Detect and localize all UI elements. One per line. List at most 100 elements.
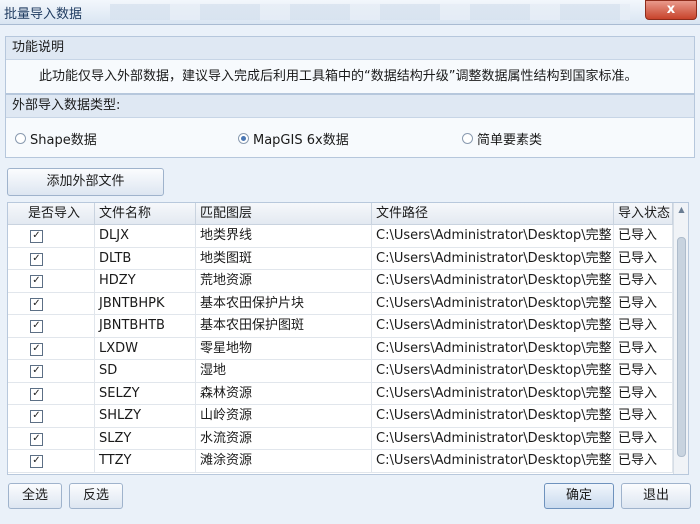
import-type-header: 外部导入数据类型: <box>6 95 694 118</box>
table-row[interactable]: ✓ HDZY 荒地资源 C:\Users\Administrator\Desktop\… <box>8 270 673 293</box>
table-row[interactable]: ✓ JBNTBHTB 基本农田保护图斑 C:\Users\Administrator\… <box>8 315 673 338</box>
ok-button[interactable]: 确定 <box>544 483 614 509</box>
cell-path: C:\Users\Administrator\Desktop\完整... <box>372 427 614 450</box>
cell-layer: 地类界线 <box>196 225 372 248</box>
column-header-filename[interactable]: 文件名称 <box>95 203 196 225</box>
import-checkbox[interactable]: ✓ <box>30 365 43 378</box>
radio-mapgis-label: MapGIS 6x数据 <box>253 133 349 148</box>
import-checkbox-cell: ✓ <box>8 337 95 360</box>
cell-status: 已导入 <box>614 360 673 383</box>
cell-path: C:\Users\Administrator\Desktop\完整... <box>372 405 614 428</box>
table-row[interactable]: ✓ TTZY 滩涂资源 C:\Users\Administrator\Desktop\… <box>8 450 673 473</box>
import-checkbox-cell: ✓ <box>8 270 95 293</box>
title-bar: 批量导入数据 x <box>0 0 700 24</box>
table-row[interactable]: ✓ SLZY 水流资源 C:\Users\Administrator\Desktop\… <box>8 427 673 450</box>
close-button[interactable]: x <box>645 0 697 20</box>
cell-path: C:\Users\Administrator\Desktop\完整... <box>372 360 614 383</box>
exit-button[interactable]: 退出 <box>621 483 691 509</box>
column-header-import[interactable]: 是否导入 <box>8 203 95 225</box>
import-checkbox[interactable]: ✓ <box>30 342 43 356</box>
cell-layer: 地类图斑 <box>196 247 372 270</box>
radio-simple-feature-label: 简单要素类 <box>477 133 543 148</box>
cell-status: 已导入 <box>614 247 673 270</box>
cell-name: TTZY <box>95 450 196 473</box>
table-row[interactable]: ✓ DLTB 地类图斑 C:\Users\Administrator\Desktop\… <box>8 247 673 270</box>
file-table: 是否导入 文件名称 匹配图层 文件路径 导入状态 ✓ DLJX 地类界线 C:\Use… <box>7 202 689 475</box>
cell-path: C:\Users\Administrator\Desktop\完整... <box>372 450 614 473</box>
cell-name: DLJX <box>95 225 196 248</box>
import-checkbox[interactable]: ✓ <box>30 275 43 288</box>
import-checkbox[interactable]: ✓ <box>30 230 43 243</box>
invert-selection-button[interactable]: 反选 <box>69 483 123 509</box>
radio-simple-feature[interactable]: 简单要素类 <box>462 129 542 148</box>
scroll-up-icon[interactable]: ▲ <box>677 205 686 214</box>
cell-name: SLZY <box>95 427 196 450</box>
import-checkbox-cell: ✓ <box>8 315 95 338</box>
radio-shape-indicator[interactable] <box>15 133 26 144</box>
description-header: 功能说明 <box>6 37 694 60</box>
import-checkbox[interactable]: ✓ <box>30 410 43 423</box>
table-row[interactable]: ✓ LXDW 零星地物 C:\Users\Administrator\Desktop\… <box>8 337 673 360</box>
table-row[interactable]: ✓ JBNTBHPK 基本农田保护片块 C:\Users\Administrator\… <box>8 292 673 315</box>
cell-status: 已导入 <box>614 337 673 360</box>
cell-layer: 水流资源 <box>196 427 372 450</box>
cell-layer: 森林资源 <box>196 382 372 405</box>
cell-path: C:\Users\Administrator\Desktop\完整... <box>372 382 614 405</box>
radio-mapgis-indicator[interactable] <box>238 133 249 144</box>
cell-path: C:\Users\Administrator\Desktop\完整... <box>372 292 614 315</box>
radio-shape[interactable]: Shape数据 <box>15 129 97 148</box>
table-row[interactable]: ✓ SELZY 森林资源 C:\Users\Administrator\Desktop… <box>8 382 673 405</box>
cell-layer: 湿地 <box>196 360 372 383</box>
column-header-status[interactable]: 导入状态 <box>614 203 673 225</box>
cell-status: 已导入 <box>614 427 673 450</box>
cell-path: C:\Users\Administrator\Desktop\完整... <box>372 247 614 270</box>
dialog-body: 功能说明 此功能仅导入外部数据，建议导入完成后利用工具箱中的“数据结构升级”调整… <box>0 24 700 524</box>
import-checkbox-cell: ✓ <box>8 247 95 270</box>
description-text: 此功能仅导入外部数据，建议导入完成后利用工具箱中的“数据结构升级”调整数据属性结… <box>39 69 638 84</box>
import-checkbox-cell: ✓ <box>8 405 95 428</box>
table-row[interactable]: ✓ DLJX 地类界线 C:\Users\Administrator\Desktop\… <box>8 225 673 248</box>
import-checkbox[interactable]: ✓ <box>30 455 43 468</box>
cell-status: 已导入 <box>614 450 673 473</box>
import-checkbox-cell: ✓ <box>8 450 95 473</box>
import-type-group: 外部导入数据类型: <box>5 94 695 158</box>
table-row[interactable]: ✓ SHLZY 山岭资源 C:\Users\Administrator\Desktop… <box>8 405 673 428</box>
import-checkbox[interactable]: ✓ <box>30 387 43 401</box>
cell-status: 已导入 <box>614 382 673 405</box>
cell-status: 已导入 <box>614 270 673 293</box>
cell-layer: 基本农田保护图斑 <box>196 315 372 338</box>
import-checkbox[interactable]: ✓ <box>30 432 43 446</box>
cell-name: HDZY <box>95 270 196 293</box>
cell-name: SD <box>95 360 196 383</box>
cell-path: C:\Users\Administrator\Desktop\完整... <box>372 315 614 338</box>
scrollbar-thumb[interactable] <box>677 237 686 457</box>
radio-mapgis[interactable]: MapGIS 6x数据 <box>238 129 349 148</box>
import-checkbox[interactable]: ✓ <box>30 320 43 333</box>
cell-path: C:\Users\Administrator\Desktop\完整... <box>372 337 614 360</box>
cell-name: JBNTBHPK <box>95 292 196 315</box>
radio-shape-label: Shape数据 <box>30 133 97 148</box>
add-external-file-button[interactable]: 添加外部文件 <box>7 168 164 196</box>
import-checkbox[interactable]: ✓ <box>30 252 43 266</box>
import-checkbox[interactable]: ✓ <box>30 297 43 311</box>
import-checkbox-cell: ✓ <box>8 225 95 248</box>
cell-layer: 滩涂资源 <box>196 450 372 473</box>
window-title: 批量导入数据 <box>4 7 83 22</box>
description-group: 功能说明 此功能仅导入外部数据，建议导入完成后利用工具箱中的“数据结构升级”调整… <box>5 36 695 94</box>
select-all-button[interactable]: 全选 <box>8 483 62 509</box>
cell-layer: 山岭资源 <box>196 405 372 428</box>
table-row[interactable]: ✓ SD 湿地 C:\Users\Administrator\Desktop\完整..… <box>8 360 673 383</box>
cell-name: SELZY <box>95 382 196 405</box>
import-checkbox-cell: ✓ <box>8 382 95 405</box>
column-header-path[interactable]: 文件路径 <box>372 203 614 225</box>
cell-name: DLTB <box>95 247 196 270</box>
import-checkbox-cell: ✓ <box>8 292 95 315</box>
column-header-layer[interactable]: 匹配图层 <box>196 203 372 225</box>
import-checkbox-cell: ✓ <box>8 427 95 450</box>
cell-name: LXDW <box>95 337 196 360</box>
cell-path: C:\Users\Administrator\Desktop\完整... <box>372 225 614 248</box>
cell-status: 已导入 <box>614 405 673 428</box>
radio-simple-feature-indicator[interactable] <box>462 133 473 144</box>
cell-status: 已导入 <box>614 225 673 248</box>
vertical-scrollbar[interactable]: ▲ <box>673 203 688 474</box>
